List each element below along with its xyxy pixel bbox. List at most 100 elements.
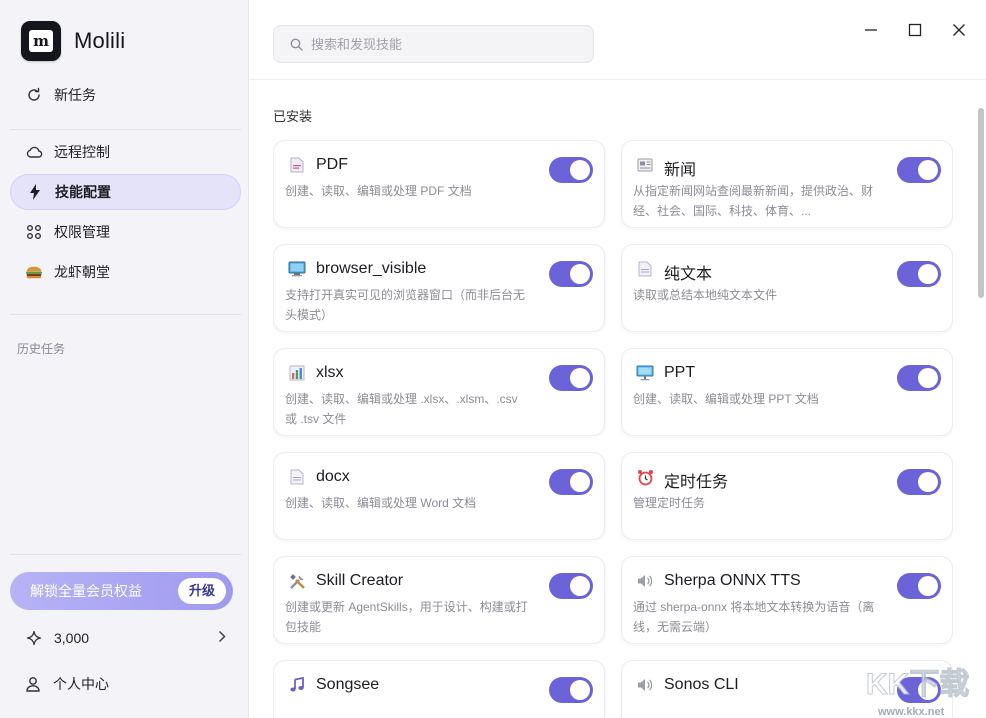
sidebar-item-lobster-court[interactable]: 龙虾朝堂 bbox=[10, 254, 241, 290]
skill-toggle[interactable] bbox=[897, 677, 941, 703]
skill-toggle[interactable] bbox=[897, 573, 941, 599]
skill-title: docx bbox=[316, 468, 350, 485]
grid-nodes-icon bbox=[25, 223, 43, 241]
skill-description: 读取或总结本地纯文本文件 bbox=[633, 288, 778, 302]
app-logo-icon: m bbox=[21, 21, 61, 61]
skill-toggle[interactable] bbox=[549, 573, 593, 599]
maximize-icon bbox=[908, 23, 922, 37]
skill-card[interactable]: Sherpa ONNX TTS 通过 sherpa-onnx 将本地文本转换为语… bbox=[621, 556, 953, 644]
sidebar-item-skill-config[interactable]: 技能配置 bbox=[10, 174, 241, 210]
sidebar-item-label: 新任务 bbox=[54, 87, 96, 103]
upgrade-button[interactable]: 升级 bbox=[177, 578, 226, 604]
music-note-icon bbox=[288, 676, 306, 694]
skill-card[interactable]: PDF 创建、读取、编辑或处理 PDF 文档 bbox=[273, 140, 605, 228]
toggle-knob bbox=[918, 472, 938, 492]
skill-toggle[interactable] bbox=[549, 677, 593, 703]
logo-mark: m bbox=[29, 30, 53, 52]
profile-label: 个人中心 bbox=[53, 676, 109, 692]
skill-card[interactable]: Songsee bbox=[273, 660, 605, 718]
sidebar-item-new-task[interactable]: 新任务 bbox=[10, 77, 241, 113]
skill-title: 定时任务 bbox=[664, 474, 729, 491]
skills-grid: PDF 创建、读取、编辑或处理 PDF 文档 新闻 从指定新闻网站查阅最新新闻，… bbox=[273, 140, 953, 718]
skill-description: 创建、读取、编辑或处理 .xlsx、.xlsm、.csv 或 .tsv 文件 bbox=[285, 392, 518, 426]
doc-file-icon bbox=[288, 468, 306, 486]
speaker-icon bbox=[636, 676, 654, 694]
toggle-knob bbox=[570, 368, 590, 388]
skill-toggle[interactable] bbox=[897, 157, 941, 183]
burger-icon bbox=[25, 263, 43, 281]
toggle-knob bbox=[570, 264, 590, 284]
bar-chart-icon bbox=[288, 364, 306, 382]
toggle-knob bbox=[918, 680, 938, 700]
brand[interactable]: m Molili bbox=[21, 21, 125, 61]
minimize-button[interactable] bbox=[859, 18, 883, 42]
skill-card[interactable]: 纯文本 读取或总结本地纯文本文件 bbox=[621, 244, 953, 332]
lightning-icon bbox=[26, 183, 44, 201]
skill-description: 从指定新闻网站查阅最新新闻，提供政治、财经、社会、国际、科技、体育、... bbox=[633, 184, 874, 218]
toggle-knob bbox=[570, 576, 590, 596]
skill-toggle[interactable] bbox=[549, 365, 593, 391]
sidebar-item-label: 权限管理 bbox=[54, 224, 110, 240]
skill-card[interactable]: PPT 创建、读取、编辑或处理 PPT 文档 bbox=[621, 348, 953, 436]
skill-description: 创建、读取、编辑或处理 PPT 文档 bbox=[633, 392, 819, 406]
main-panel: 已安装 PDF 创建、读取、编辑或处理 PDF 文档 新闻 从指定新闻网站查阅最… bbox=[249, 0, 986, 718]
credits-row[interactable]: 3,000 bbox=[26, 627, 226, 649]
skill-toggle[interactable] bbox=[549, 469, 593, 495]
upgrade-text: 解锁全量会员权益 bbox=[30, 583, 142, 599]
monitor-icon bbox=[288, 260, 306, 278]
maximize-button[interactable] bbox=[903, 18, 927, 42]
search-input[interactable] bbox=[311, 36, 571, 52]
skill-description: 创建、读取、编辑或处理 PDF 文档 bbox=[285, 184, 472, 198]
scrollbar-thumb[interactable] bbox=[978, 108, 984, 298]
toggle-knob bbox=[918, 576, 938, 596]
sparkle-icon bbox=[26, 630, 42, 646]
skill-toggle[interactable] bbox=[897, 365, 941, 391]
presentation-icon bbox=[636, 364, 654, 382]
toggle-knob bbox=[918, 160, 938, 180]
skill-description: 创建或更新 AgentSkills，用于设计、构建或打包技能 bbox=[285, 600, 528, 634]
tools-icon bbox=[288, 572, 306, 590]
close-button[interactable] bbox=[947, 18, 971, 42]
history-section-label: 历史任务 bbox=[17, 342, 66, 356]
skill-card[interactable]: Sonos CLI bbox=[621, 660, 953, 718]
skill-title: browser_visible bbox=[316, 260, 427, 277]
skill-toggle[interactable] bbox=[897, 261, 941, 287]
skill-title: 纯文本 bbox=[664, 266, 713, 283]
speaker-icon bbox=[636, 572, 654, 590]
text-file-icon bbox=[636, 260, 654, 278]
upgrade-banner[interactable]: 解锁全量会员权益 升级 bbox=[10, 572, 233, 610]
skill-card[interactable]: 定时任务 管理定时任务 bbox=[621, 452, 953, 540]
skill-title: Sonos CLI bbox=[664, 676, 739, 693]
skill-title: Songsee bbox=[316, 676, 380, 693]
chevron-right-icon bbox=[218, 630, 226, 646]
skill-title: Skill Creator bbox=[316, 572, 404, 589]
profile-row[interactable]: 个人中心 bbox=[26, 673, 109, 695]
skill-card[interactable]: docx 创建、读取、编辑或处理 Word 文档 bbox=[273, 452, 605, 540]
skill-toggle[interactable] bbox=[549, 261, 593, 287]
installed-section-label: 已安装 bbox=[273, 109, 313, 124]
search-box[interactable] bbox=[273, 25, 594, 63]
newspaper-icon bbox=[636, 156, 654, 174]
skill-card[interactable]: xlsx 创建、读取、编辑或处理 .xlsx、.xlsm、.csv 或 .tsv… bbox=[273, 348, 605, 436]
skill-title: xlsx bbox=[316, 364, 344, 381]
toggle-knob bbox=[570, 680, 590, 700]
sidebar-divider bbox=[10, 129, 241, 130]
pdf-file-icon bbox=[288, 156, 306, 174]
skill-title: Sherpa ONNX TTS bbox=[664, 572, 801, 589]
sidebar-item-label: 龙虾朝堂 bbox=[54, 264, 110, 280]
minimize-icon bbox=[865, 29, 877, 31]
skill-card[interactable]: 新闻 从指定新闻网站查阅最新新闻，提供政治、财经、社会、国际、科技、体育、... bbox=[621, 140, 953, 228]
sidebar-divider bbox=[10, 314, 241, 315]
sidebar-item-remote-control[interactable]: 远程控制 bbox=[10, 134, 241, 170]
skill-description: 通过 sherpa-onnx 将本地文本转换为语音（离线，无需云端） bbox=[633, 600, 875, 634]
alarm-clock-icon bbox=[636, 468, 654, 486]
toggle-knob bbox=[918, 264, 938, 284]
sidebar-item-permissions[interactable]: 权限管理 bbox=[10, 214, 241, 250]
skill-toggle[interactable] bbox=[549, 157, 593, 183]
skill-description: 创建、读取、编辑或处理 Word 文档 bbox=[285, 496, 477, 510]
user-icon bbox=[26, 676, 40, 692]
skill-toggle[interactable] bbox=[897, 469, 941, 495]
skill-card[interactable]: browser_visible 支持打开真实可见的浏览器窗口（而非后台无头模式） bbox=[273, 244, 605, 332]
skill-title: PPT bbox=[664, 364, 696, 381]
skill-card[interactable]: Skill Creator 创建或更新 AgentSkills，用于设计、构建或… bbox=[273, 556, 605, 644]
